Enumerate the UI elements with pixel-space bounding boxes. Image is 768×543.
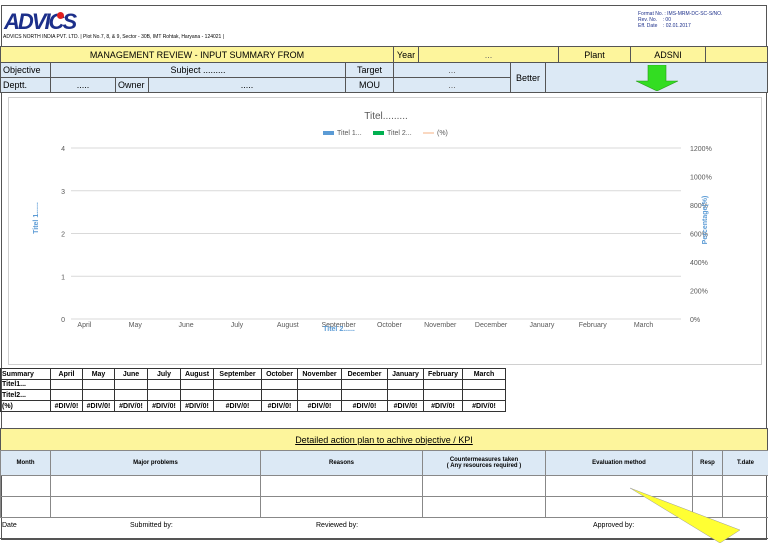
company-address: Plot No.7, 8, & 9, Sector - 30B, IMT Roh… [83, 34, 222, 40]
legend-label: Titel 1... [337, 130, 362, 137]
y-tick-label: 2 [61, 232, 65, 239]
action-plan-cell[interactable] [260, 496, 423, 518]
plant-value[interactable]: ADSNI [630, 46, 706, 63]
y2-tick-label: 200% [690, 289, 708, 296]
mou-label: MOU [345, 77, 394, 93]
action-plan-header: T.date [722, 450, 768, 476]
summary-cell: #DIV/0! [462, 400, 506, 412]
chart-title: Titel......... [364, 111, 408, 122]
target-value[interactable]: ... [393, 62, 511, 78]
summary-cell: #DIV/0! [82, 400, 115, 412]
y-tick-label: 0 [61, 317, 65, 324]
action-plan-header: Month [0, 450, 51, 476]
summary-cell: #DIV/0! [297, 400, 342, 412]
action-plan-cell[interactable] [0, 496, 51, 518]
better-indicator [545, 62, 768, 93]
action-plan-cell[interactable] [422, 496, 546, 518]
form-title: MANAGEMENT REVIEW - INPUT SUMMARY FROM [0, 46, 394, 63]
y2-tick-label: 1000% [690, 175, 712, 182]
deptt-value[interactable]: ..... [50, 77, 116, 93]
y-tick-label: 3 [61, 189, 65, 196]
action-plan-cell[interactable] [260, 475, 423, 497]
summary-row-label: (%) [0, 400, 51, 412]
summary-cell: #DIV/0! [341, 400, 388, 412]
date-label: Date [2, 522, 17, 529]
reviewed-by-label: Reviewed by: [316, 522, 359, 529]
arrow-down-icon [635, 64, 678, 91]
action-plan-title: Detailed action plan to achive objective… [0, 428, 768, 451]
summary-cell: #DIV/0! [50, 400, 83, 412]
x-tick-label: July [231, 322, 244, 329]
logo: ADVICS [4, 9, 77, 34]
better-label: Better [510, 62, 546, 93]
action-plan-header: Countermeasures taken ( Any resources re… [422, 450, 546, 476]
summary-cell: #DIV/0! [423, 400, 463, 412]
x-tick-label: March [634, 322, 654, 329]
company-name: ADVICS NORTH INDIA PVT. LTD. [3, 34, 79, 40]
summary-cell: #DIV/0! [180, 400, 214, 412]
x-tick-label: May [129, 322, 143, 329]
y-tick-label: 4 [61, 146, 65, 153]
x-tick-label: February [579, 322, 608, 329]
x-tick-label: January [529, 322, 554, 329]
deptt-label: Deptt. [0, 77, 51, 93]
logo-dot [57, 12, 64, 19]
callout-pointer [629, 487, 741, 543]
legend-label: (%) [437, 130, 448, 137]
x-tick-label: October [377, 322, 403, 329]
owner-value[interactable]: ..... [148, 77, 346, 93]
action-plan-cell[interactable] [50, 475, 261, 497]
eff-date: Eff. Date : 02.01.2017 [638, 23, 691, 29]
owner-label: Owner [115, 77, 149, 93]
x-tick-label: August [277, 322, 299, 329]
y2-tick-label: 400% [690, 260, 708, 267]
subject-value[interactable]: Subject ......... [50, 62, 346, 78]
chart: Titel......... Titel 1... Titel 2... (%) 0 1 2… [8, 97, 762, 365]
year-label: Year [393, 46, 419, 63]
y2-tick-label: 1200% [690, 146, 712, 153]
x-tick-label: December [475, 322, 508, 329]
objective-label: Objective [0, 62, 51, 78]
x-axis-title: Titel 2...... [323, 326, 355, 333]
year-value[interactable]: ... [418, 46, 559, 63]
summary-cell: #DIV/0! [147, 400, 181, 412]
mou-value[interactable]: ... [393, 77, 511, 93]
y2-tick-label: 0% [690, 317, 700, 324]
submitted-by-label: Submitted by: [130, 522, 173, 529]
action-plan-header: Reasons [260, 450, 423, 476]
y-tick-label: 1 [61, 274, 65, 281]
legend-swatch [373, 131, 384, 135]
x-tick-label: June [178, 322, 193, 329]
action-plan-header: Major problems [50, 450, 261, 476]
action-plan-header: Resp [692, 450, 723, 476]
summary-cell: #DIV/0! [114, 400, 148, 412]
action-plan-cell[interactable] [50, 496, 261, 518]
empty-cell [705, 46, 768, 63]
y2-axis-title: Percentage(%) [702, 196, 709, 245]
summary-cell: #DIV/0! [261, 400, 298, 412]
action-plan-cell[interactable] [0, 475, 51, 497]
y-axis-title: Titel 1...... [33, 202, 40, 234]
summary-cell: #DIV/0! [387, 400, 424, 412]
action-plan-cell[interactable] [422, 475, 546, 497]
target-label: Target [345, 62, 394, 78]
legend-label: Titel 2... [387, 130, 412, 137]
x-tick-label: November [424, 322, 457, 329]
summary-cell: #DIV/0! [213, 400, 262, 412]
x-tick-label: April [77, 322, 91, 329]
legend-swatch [323, 131, 334, 135]
plant-label: Plant [558, 46, 631, 63]
action-plan-header: Evaluation method [545, 450, 693, 476]
